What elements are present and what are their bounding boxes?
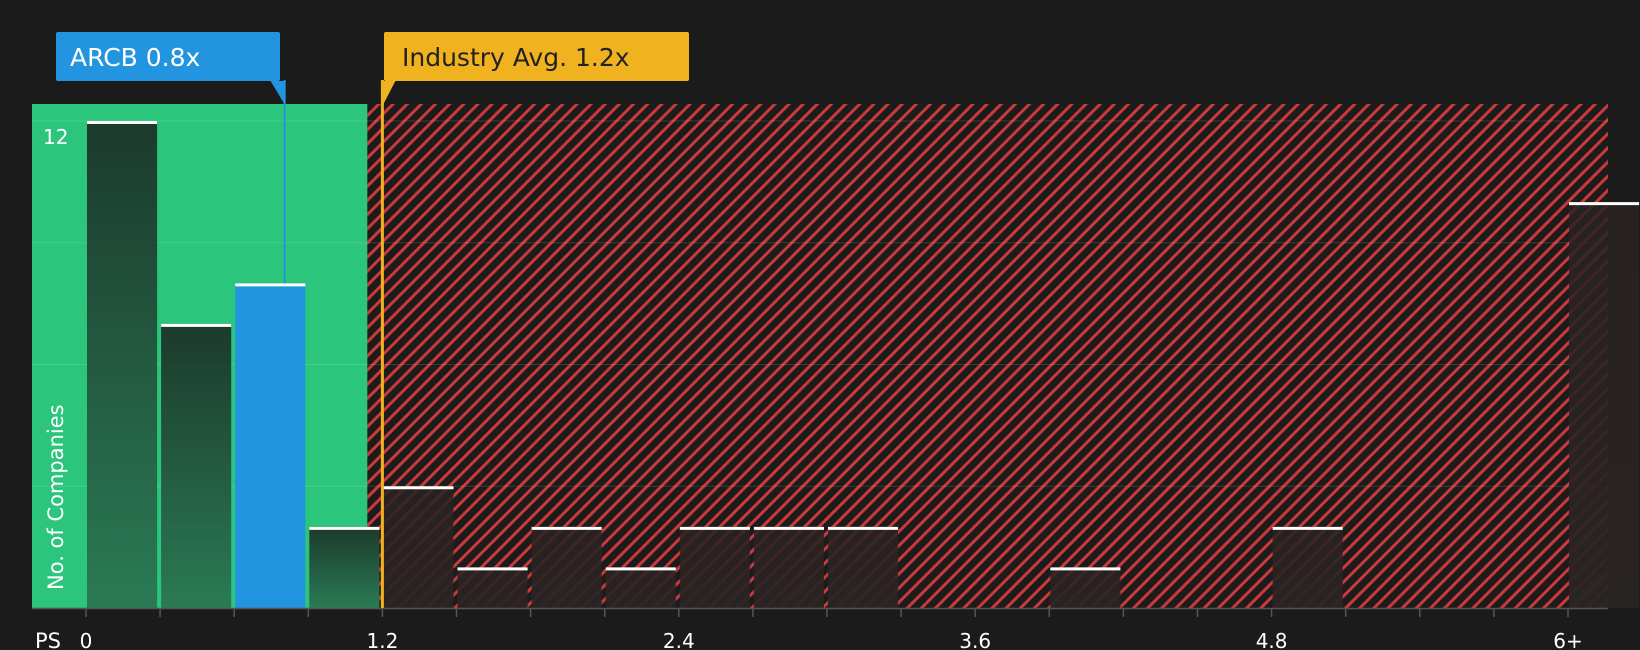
x-tick-label: 3.6 xyxy=(959,629,991,650)
histogram-bar xyxy=(1272,526,1343,608)
histogram-bar xyxy=(309,526,380,608)
histogram-bar xyxy=(1569,202,1640,608)
histogram-bar xyxy=(1050,567,1121,608)
y-axis-title: No. of Companies xyxy=(44,404,68,590)
y-tick-label: 12 xyxy=(43,125,68,149)
histogram-bar xyxy=(383,486,454,608)
histogram-bar xyxy=(87,121,158,608)
histogram-bar xyxy=(457,567,528,608)
histogram-bar xyxy=(235,283,306,608)
x-tick-label: 1.2 xyxy=(366,629,398,650)
histogram-bar xyxy=(828,526,899,608)
x-tick-label: 6+ xyxy=(1553,629,1582,650)
histogram-bar xyxy=(679,526,750,608)
x-tick-label: 0 xyxy=(80,629,93,650)
histogram-bar xyxy=(161,323,232,608)
histogram-bar xyxy=(605,567,676,608)
company-callout-pointer xyxy=(270,81,286,106)
industry-average-label: Industry Avg. 1.2x xyxy=(402,43,630,72)
x-tick-label: 4.8 xyxy=(1256,629,1288,650)
histogram-bar xyxy=(531,526,602,608)
company-label: ARCB 0.8x xyxy=(70,43,200,72)
histogram-bar xyxy=(753,526,824,608)
x-tick-label: 2.4 xyxy=(663,629,695,650)
ps-histogram-chart: 0 1.2 2.4 3.6 4.8 6+ PS 12 No. of Companies Indu… xyxy=(32,32,1640,650)
x-axis-title: PS xyxy=(35,629,61,650)
